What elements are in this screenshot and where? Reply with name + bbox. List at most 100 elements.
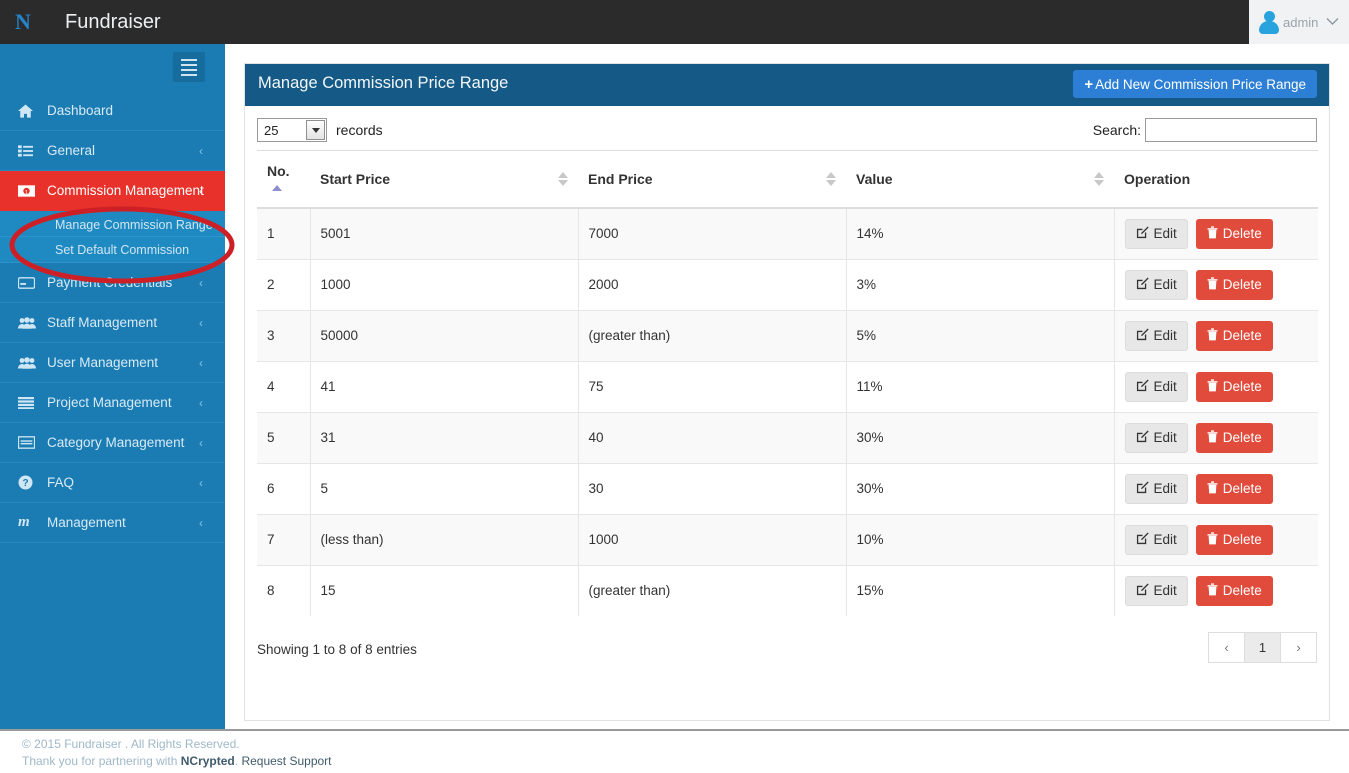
cell-no: 6 <box>257 462 311 514</box>
delete-button[interactable]: Delete <box>1195 218 1273 249</box>
svg-text:?: ? <box>22 478 28 489</box>
column-label: Value <box>856 171 893 187</box>
sidebar-item-commission-management[interactable]: 1 Commission Management ‹ <box>0 171 225 211</box>
cell-operation: Edit Delete <box>1114 207 1318 259</box>
sidebar-submenu-commission: Manage Commission Range Set Default Comm… <box>0 211 225 263</box>
chevron-left-icon: ‹ <box>199 475 203 490</box>
sidebar-item-dashboard[interactable]: Dashboard <box>0 91 225 131</box>
app-logo[interactable]: N <box>0 0 45 44</box>
cell-end-price: 7000 <box>578 207 847 259</box>
delete-label: Delete <box>1222 430 1262 445</box>
sidebar-item-payment-credentials[interactable]: Payment Credentials ‹ <box>0 263 225 303</box>
delete-label: Delete <box>1222 277 1262 292</box>
chevron-left-icon: ‹ <box>199 395 203 410</box>
user-name-label: admin <box>1283 14 1319 30</box>
sidebar-item-category-management[interactable]: Category Management ‹ <box>0 423 225 463</box>
sidebar-item-project-management[interactable]: Project Management ‹ <box>0 383 225 423</box>
pagination-next[interactable]: › <box>1280 632 1317 663</box>
column-header-value[interactable]: Value <box>846 150 1114 209</box>
column-header-start-price[interactable]: Start Price <box>310 150 578 209</box>
delete-label: Delete <box>1222 583 1262 599</box>
sidebar-item-staff-management[interactable]: Staff Management ‹ <box>0 303 225 343</box>
commission-panel: Manage Commission Price Range + Add New C… <box>244 63 1330 721</box>
table-row: 5 31 40 30% Edit Delete <box>257 411 1318 463</box>
table-body: 1 5001 7000 14% Edit Delete 2 1000 2000 3% Edit Del… <box>257 207 1318 616</box>
edit-button[interactable]: Edit <box>1124 422 1188 453</box>
cell-value: 30% <box>846 462 1115 514</box>
sidebar-subitem-manage-commission-range[interactable]: Manage Commission Range <box>0 211 225 237</box>
request-support-link[interactable]: Request Support <box>241 754 331 768</box>
pagination-page-1[interactable]: 1 <box>1244 632 1281 663</box>
list-icon <box>18 144 38 157</box>
chevron-left-icon: ‹ <box>199 435 203 450</box>
sidebar-item-label: Category Management <box>47 435 185 450</box>
edit-label: Edit <box>1153 277 1177 292</box>
top-navbar: N Fundraiser admin <box>0 0 1349 44</box>
footer-partner-brand: NCrypted <box>180 754 235 768</box>
delete-label: Delete <box>1222 379 1262 394</box>
sort-ascending-icon <box>272 185 282 192</box>
delete-label: Delete <box>1222 481 1262 496</box>
pencil-square-icon <box>1136 379 1149 395</box>
chevron-left-icon: ‹ <box>199 515 203 530</box>
delete-button[interactable]: Delete <box>1195 524 1273 555</box>
table-row: 3 50000 (greater than) 5% Edit Delete <box>257 309 1318 361</box>
delete-button[interactable]: Delete <box>1195 371 1273 402</box>
delete-button[interactable]: Delete <box>1195 422 1273 453</box>
edit-label: Edit <box>1153 481 1177 496</box>
sidebar-item-general[interactable]: General ‹ <box>0 131 225 171</box>
user-avatar-icon <box>1257 10 1281 34</box>
user-menu[interactable]: admin <box>1249 0 1349 44</box>
cell-start-price: 41 <box>310 360 579 412</box>
delete-button[interactable]: Delete <box>1195 320 1273 351</box>
cell-end-price: 2000 <box>578 258 847 310</box>
chevron-down-icon <box>1326 15 1339 29</box>
sidebar-item-faq[interactable]: ? FAQ ‹ <box>0 463 225 503</box>
question-circle-icon: ? <box>18 475 38 490</box>
edit-button[interactable]: Edit <box>1124 320 1188 351</box>
delete-button[interactable]: Delete <box>1195 575 1273 606</box>
hamburger-icon[interactable] <box>173 52 205 82</box>
add-new-commission-price-range-button[interactable]: + Add New Commission Price Range <box>1073 70 1317 98</box>
row-actions: Edit Delete <box>1124 371 1309 402</box>
cell-value: 15% <box>846 564 1115 616</box>
edit-button[interactable]: Edit <box>1124 371 1188 402</box>
edit-button[interactable]: Edit <box>1124 218 1188 249</box>
search-control: Search: <box>1093 118 1317 142</box>
delete-label: Delete <box>1222 226 1262 242</box>
bars-icon <box>18 396 38 409</box>
pencil-square-icon <box>1136 226 1149 242</box>
column-header-no[interactable]: No. <box>257 150 310 209</box>
sidebar-item-label: User Management <box>47 355 159 370</box>
page-length-value: 25 <box>264 122 279 138</box>
plus-icon: + <box>1084 75 1094 93</box>
table-header-row: No. Start Price End Price Value Operatio… <box>257 150 1318 209</box>
trash-icon <box>1207 276 1218 293</box>
sidebar-item-label: Management <box>47 515 126 530</box>
row-actions: Edit Delete <box>1124 422 1309 453</box>
pagination-previous[interactable]: ‹ <box>1208 632 1245 663</box>
edit-button[interactable]: Edit <box>1124 473 1188 504</box>
trash-icon <box>1207 226 1218 242</box>
cell-value: 10% <box>846 513 1115 565</box>
users-icon <box>18 316 38 329</box>
row-actions: Edit Delete <box>1124 320 1309 351</box>
sidebar-subitem-set-default-commission[interactable]: Set Default Commission <box>0 237 225 263</box>
money-bill-icon: 1 <box>18 184 38 197</box>
edit-button[interactable]: Edit <box>1124 524 1188 555</box>
app-root: N Fundraiser admin Dashboard General ‹ 1… <box>0 0 1349 773</box>
page-length-select[interactable]: 25 <box>257 118 327 142</box>
delete-button[interactable]: Delete <box>1195 473 1273 504</box>
table-row: 1 5001 7000 14% Edit Delete <box>257 207 1318 259</box>
edit-button[interactable]: Edit <box>1124 575 1188 606</box>
column-header-end-price[interactable]: End Price <box>578 150 846 209</box>
chevron-left-icon: ‹ <box>199 355 203 370</box>
cell-end-price: 75 <box>578 360 847 412</box>
sidebar-item-management[interactable]: m Management ‹ <box>0 503 225 543</box>
sidebar-item-user-management[interactable]: User Management ‹ <box>0 343 225 383</box>
search-input[interactable] <box>1145 118 1317 142</box>
table-row: 4 41 75 11% Edit Delete <box>257 360 1318 412</box>
credit-card-icon <box>18 276 38 289</box>
edit-button[interactable]: Edit <box>1124 269 1188 300</box>
delete-button[interactable]: Delete <box>1195 269 1273 300</box>
